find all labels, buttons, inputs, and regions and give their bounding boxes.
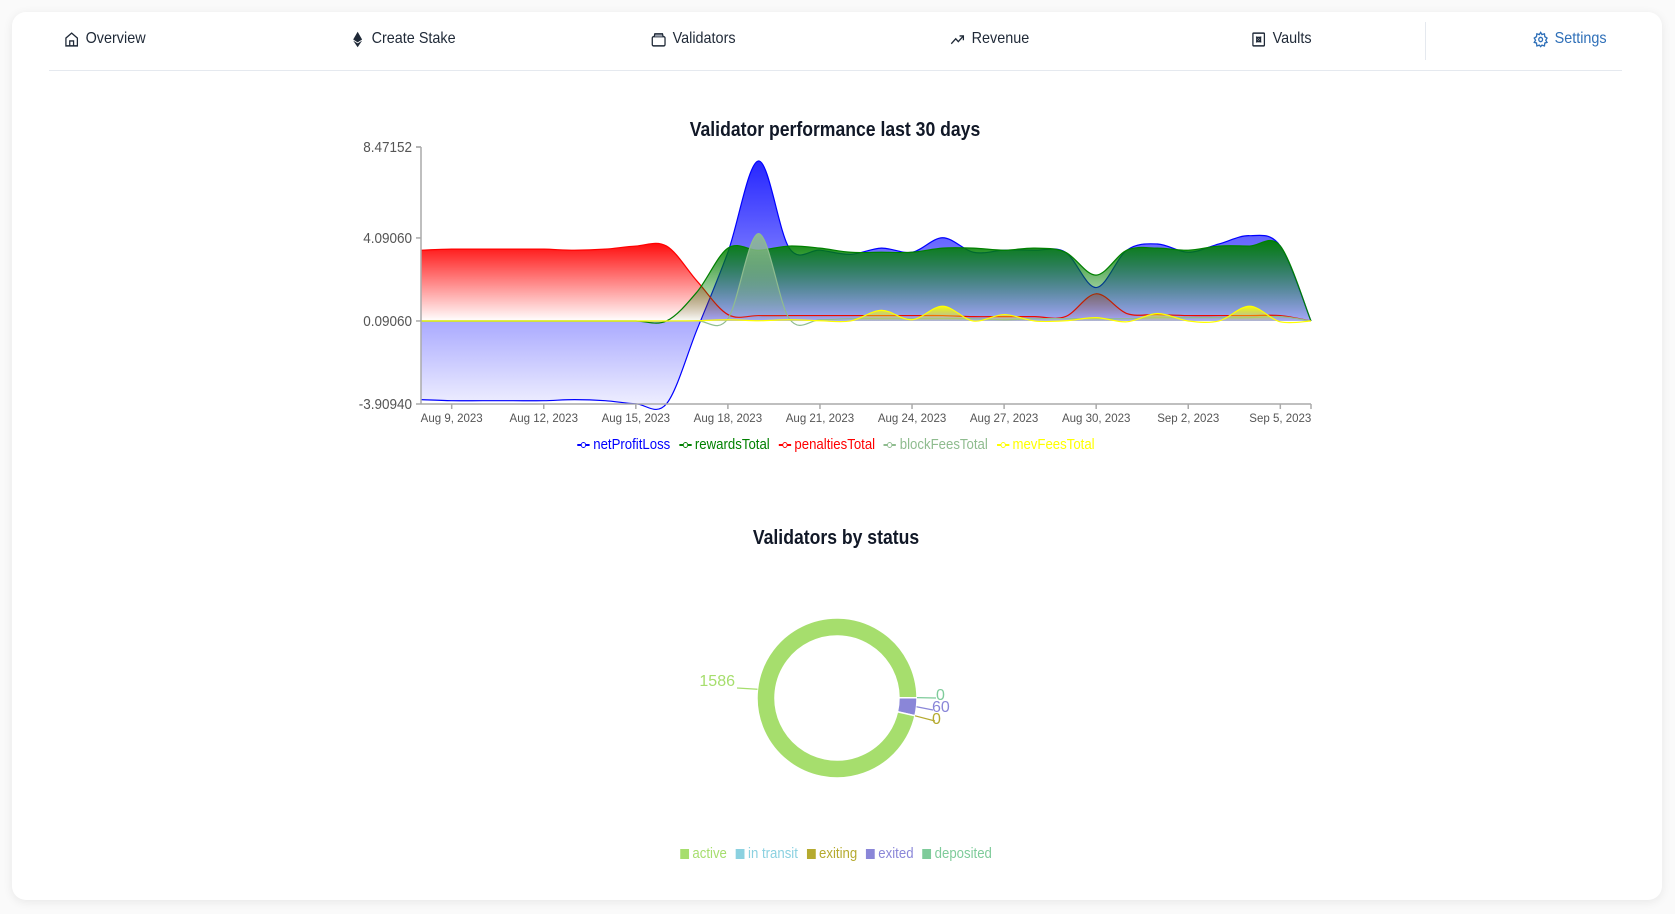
home-icon bbox=[65, 31, 79, 47]
legend-item-blockFeesTotal[interactable]: blockFeesTotal bbox=[883, 436, 988, 453]
legend-label: exiting bbox=[819, 845, 858, 862]
legend-item-exiting[interactable]: exiting bbox=[806, 845, 858, 862]
nav-label: Overview bbox=[85, 30, 146, 47]
legend-label: blockFeesTotal bbox=[899, 436, 988, 453]
legend-line-marker-icon bbox=[883, 440, 897, 450]
performance-chart-title: Validator performance last 30 days bbox=[689, 119, 981, 141]
legend-line-marker-icon bbox=[577, 440, 590, 450]
legend-label: active bbox=[692, 845, 727, 862]
legend-square-icon bbox=[735, 848, 745, 859]
legend-label: rewardsTotal bbox=[694, 436, 770, 453]
nav-item-overview[interactable]: Overview bbox=[64, 30, 146, 48]
legend-label: exited bbox=[878, 845, 914, 862]
nav-label: Vaults bbox=[1272, 30, 1312, 47]
nav-item-settings[interactable]: Settings bbox=[1533, 30, 1607, 48]
legend-item-deposited[interactable]: deposited bbox=[922, 845, 992, 862]
nav-item-validators[interactable]: Validators bbox=[651, 30, 736, 48]
legend-item-rewardsTotal[interactable]: rewardsTotal bbox=[679, 436, 770, 453]
nav-label: Settings bbox=[1554, 30, 1607, 47]
nav-label: Validators bbox=[672, 30, 736, 47]
nav-divider bbox=[1425, 22, 1426, 60]
nav-item-create-stake[interactable]: Create Stake bbox=[350, 30, 456, 48]
legend-square-icon bbox=[806, 848, 816, 859]
wallet-icon bbox=[651, 32, 666, 47]
legend-item-in-transit[interactable]: in transit bbox=[735, 845, 798, 862]
performance-legend: netProfitLoss rewardsTotal penaltiesTotal b… bbox=[577, 436, 1095, 453]
nav-item-revenue[interactable]: Revenue bbox=[950, 30, 1029, 48]
legend-label: deposited bbox=[934, 845, 992, 862]
legend-label: penaltiesTotal bbox=[794, 436, 876, 453]
legend-label: netProfitLoss bbox=[593, 436, 671, 453]
vault-icon bbox=[1252, 31, 1266, 47]
status-chart-title: Validators by status bbox=[752, 527, 920, 549]
nav-label: Revenue bbox=[971, 30, 1030, 47]
legend-square-icon bbox=[922, 848, 932, 859]
nav-bottom-border bbox=[49, 70, 1622, 71]
top-nav: Overview Create Stake Validators Revenue… bbox=[12, 12, 1662, 70]
legend-item-active[interactable]: active bbox=[680, 845, 727, 862]
legend-label: in transit bbox=[748, 845, 798, 862]
ethereum-icon bbox=[353, 31, 363, 47]
legend-line-marker-icon bbox=[679, 440, 692, 450]
nav-label: Create Stake bbox=[371, 30, 456, 47]
legend-item-penaltiesTotal[interactable]: penaltiesTotal bbox=[778, 436, 876, 453]
gear-icon bbox=[1533, 30, 1549, 48]
legend-item-netProfitLoss[interactable]: netProfitLoss bbox=[577, 436, 670, 453]
legend-line-marker-icon bbox=[996, 440, 1009, 450]
status-legend: active in transit exiting exited deposited bbox=[616, 845, 1056, 862]
legend-line-marker-icon bbox=[778, 440, 791, 450]
nav-item-vaults[interactable]: Vaults bbox=[1251, 30, 1312, 48]
legend-label: mevFeesTotal bbox=[1012, 436, 1095, 453]
trending-up-icon bbox=[950, 34, 965, 44]
legend-item-exited[interactable]: exited bbox=[865, 845, 914, 862]
dashboard-card: Overview Create Stake Validators Revenue… bbox=[12, 12, 1662, 900]
legend-item-mevFeesTotal[interactable]: mevFeesTotal bbox=[996, 436, 1095, 453]
legend-square-icon bbox=[865, 848, 875, 859]
legend-square-icon bbox=[680, 848, 689, 859]
